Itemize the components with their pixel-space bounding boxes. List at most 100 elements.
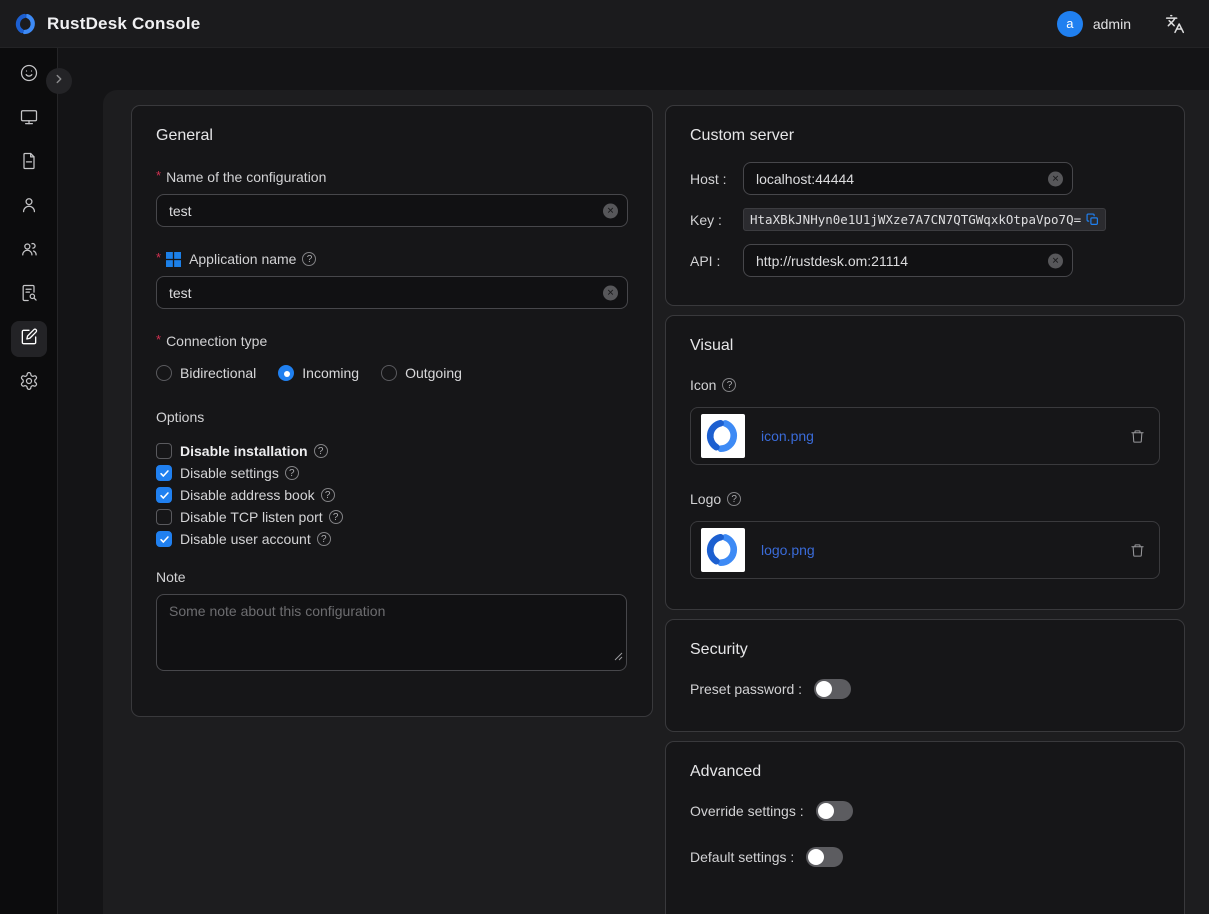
checkbox-disable-address-book[interactable]: Disable address book ? — [156, 487, 628, 503]
edit-icon — [19, 327, 39, 352]
main-content: General * Name of the configuration ✕ * — [103, 90, 1209, 914]
required-mark: * — [156, 250, 161, 265]
general-card: General * Name of the configuration ✕ * — [131, 105, 653, 717]
radio-bidirectional[interactable]: Bidirectional — [156, 365, 256, 381]
custom-server-title: Custom server — [690, 127, 1160, 145]
required-mark: * — [156, 332, 161, 347]
windows-logo-icon — [166, 252, 181, 267]
radio-button[interactable] — [381, 365, 397, 381]
override-settings-toggle[interactable] — [816, 801, 853, 821]
checkbox[interactable] — [156, 531, 172, 547]
clear-icon[interactable]: ✕ — [1048, 253, 1063, 268]
preset-password-toggle[interactable] — [814, 679, 851, 699]
icon-file-row: icon.png — [690, 407, 1160, 465]
preset-password-row: Preset password : — [690, 679, 1160, 699]
checkbox[interactable] — [156, 465, 172, 481]
sidebar-item-dashboard[interactable] — [11, 57, 47, 93]
override-settings-label: Override settings : — [690, 803, 804, 819]
sidebar-item-users[interactable] — [11, 189, 47, 225]
checkbox-disable-user-account[interactable]: Disable user account ? — [156, 531, 628, 547]
icon-label: Icon ? — [690, 377, 1160, 393]
sidebar-item-audit[interactable] — [11, 277, 47, 313]
advanced-title: Advanced — [690, 763, 1160, 781]
api-input[interactable] — [743, 244, 1073, 277]
help-icon[interactable]: ? — [722, 378, 736, 392]
sidebar — [0, 48, 58, 914]
help-icon[interactable]: ? — [285, 466, 299, 480]
sidebar-item-configurations[interactable] — [11, 321, 47, 357]
default-settings-toggle[interactable] — [806, 847, 843, 867]
checkbox-disable-installation[interactable]: Disable installation ? — [156, 443, 628, 459]
default-settings-row: Default settings : — [690, 847, 1160, 867]
checkbox[interactable] — [156, 487, 172, 503]
host-label: Host : — [690, 171, 743, 187]
checkbox[interactable] — [156, 443, 172, 459]
note-textarea[interactable] — [156, 594, 627, 671]
audit-log-icon — [19, 283, 39, 308]
note-label: Note — [156, 569, 628, 585]
logo-label: Logo ? — [690, 491, 1160, 507]
document-icon — [19, 151, 39, 176]
smiley-icon — [19, 63, 39, 88]
clear-icon[interactable]: ✕ — [603, 285, 618, 300]
radio-outgoing[interactable]: Outgoing — [381, 365, 462, 381]
logo-file-row: logo.png — [690, 521, 1160, 579]
connection-type-radio-group: Bidirectional Incoming Outgoing — [156, 365, 628, 381]
custom-server-card: Custom server Host : ✕ Key : HtaXBkJNHyn… — [665, 105, 1185, 306]
username: admin — [1093, 16, 1131, 32]
avatar[interactable]: a — [1057, 11, 1083, 37]
sidebar-item-documents[interactable] — [11, 145, 47, 181]
delete-logo-button[interactable] — [1130, 543, 1145, 558]
application-name-input[interactable] — [156, 276, 628, 309]
radio-button[interactable] — [278, 365, 294, 381]
api-label: API : — [690, 253, 743, 269]
override-settings-row: Override settings : — [690, 801, 1160, 821]
monitor-icon — [19, 107, 39, 132]
user-menu[interactable]: a admin — [1057, 11, 1131, 37]
logo-filename-link[interactable]: logo.png — [761, 542, 1130, 558]
header: RustDesk Console a admin — [0, 0, 1209, 48]
advanced-card: Advanced Override settings : Default set… — [665, 741, 1185, 914]
sidebar-item-groups[interactable] — [11, 233, 47, 269]
clear-icon[interactable]: ✕ — [603, 203, 618, 218]
sidebar-expand-button[interactable] — [46, 68, 72, 94]
options-label: Options — [156, 409, 628, 425]
sidebar-item-settings[interactable] — [11, 365, 47, 401]
radio-incoming[interactable]: Incoming — [278, 365, 359, 381]
clear-icon[interactable]: ✕ — [1048, 171, 1063, 186]
security-title: Security — [690, 641, 1160, 659]
rustdesk-logo-icon — [14, 12, 38, 36]
key-label: Key : — [690, 212, 743, 228]
application-name-label: * Application name ? — [156, 251, 628, 267]
general-title: General — [156, 127, 628, 145]
visual-title: Visual — [690, 337, 1160, 355]
copy-icon[interactable] — [1086, 213, 1099, 226]
icon-thumbnail — [701, 414, 745, 458]
sidebar-item-devices[interactable] — [11, 101, 47, 137]
visual-card: Visual Icon ? icon.png Logo ? — [665, 315, 1185, 610]
help-icon[interactable]: ? — [302, 252, 316, 266]
checkbox[interactable] — [156, 509, 172, 525]
help-icon[interactable]: ? — [727, 492, 741, 506]
config-name-label: * Name of the configuration — [156, 169, 628, 185]
host-input[interactable] — [743, 162, 1073, 195]
help-icon[interactable]: ? — [317, 532, 331, 546]
translate-icon[interactable] — [1165, 14, 1185, 34]
config-name-input[interactable] — [156, 194, 628, 227]
app-title: RustDesk Console — [47, 14, 200, 34]
settings-icon — [19, 371, 39, 396]
help-icon[interactable]: ? — [329, 510, 343, 524]
help-icon[interactable]: ? — [321, 488, 335, 502]
required-mark: * — [156, 168, 161, 183]
logo-thumbnail — [701, 528, 745, 572]
icon-filename-link[interactable]: icon.png — [761, 428, 1130, 444]
server-key-value: HtaXBkJNHyn0e1U1jWXze7A7CN7QTGWqxkOtpaVp… — [743, 208, 1106, 231]
checkbox-disable-tcp-listen-port[interactable]: Disable TCP listen port ? — [156, 509, 628, 525]
users-icon — [19, 239, 39, 264]
help-icon[interactable]: ? — [314, 444, 328, 458]
security-card: Security Preset password : — [665, 619, 1185, 732]
delete-icon-button[interactable] — [1130, 429, 1145, 444]
chevron-right-icon — [52, 72, 66, 91]
checkbox-disable-settings[interactable]: Disable settings ? — [156, 465, 628, 481]
radio-button[interactable] — [156, 365, 172, 381]
